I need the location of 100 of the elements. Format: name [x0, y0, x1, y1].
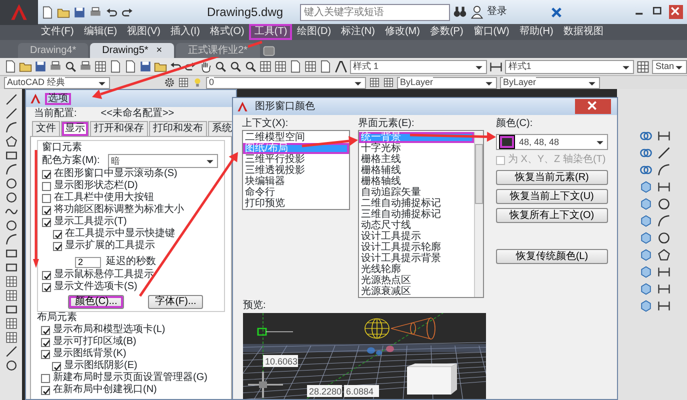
checkbox[interactable]	[42, 282, 51, 292]
checkbox[interactable]	[42, 218, 51, 226]
dialog-button[interactable]: 恢复当前上下文(U)	[496, 189, 608, 204]
magnifier-icon[interactable]	[214, 60, 227, 73]
dimension-icon[interactable]	[657, 299, 671, 313]
list-item[interactable]: 三维自动捕捉标记	[359, 209, 474, 220]
dialog-button[interactable]: 颜色(C)...	[68, 295, 124, 309]
color-dropdown[interactable]: 48, 48, 48	[496, 134, 608, 150]
checkbox[interactable]	[53, 242, 62, 250]
list-item[interactable]: 三维平行投影	[243, 154, 350, 165]
rings-icon[interactable]	[639, 146, 653, 160]
printer-icon[interactable]	[89, 6, 102, 18]
checkbox[interactable]	[41, 374, 50, 382]
close-icon[interactable]	[669, 5, 683, 19]
dimension-icon[interactable]	[489, 60, 504, 74]
list-item[interactable]: 栅格辅线	[359, 165, 474, 176]
rings-icon[interactable]	[639, 163, 653, 177]
list-item[interactable]: 栅格轴线	[359, 176, 474, 187]
list-item[interactable]: 块编辑器	[243, 176, 350, 187]
grid-icon[interactable]	[4, 289, 18, 302]
list-item[interactable]: 光源衰减区	[359, 286, 474, 297]
printer-icon[interactable]	[79, 60, 92, 73]
dimension-icon[interactable]	[657, 180, 671, 194]
tab[interactable]: 显示	[61, 121, 89, 136]
rings-icon[interactable]	[639, 129, 653, 143]
scrollbar-thumb[interactable]	[474, 144, 483, 204]
menu-item[interactable]: 数据视图	[558, 24, 608, 40]
circle-icon[interactable]	[4, 219, 18, 232]
menu-item[interactable]: 视图(V)	[122, 24, 166, 40]
rectangle-icon[interactable]	[4, 261, 18, 274]
checkbox[interactable]	[41, 326, 50, 334]
list-item[interactable]: 光源热点区	[359, 275, 474, 286]
grid-icon[interactable]	[4, 317, 18, 330]
menu-item[interactable]: 参数(P)	[424, 24, 468, 40]
list-item[interactable]: 设计工具提示	[359, 231, 474, 242]
dialog-button[interactable]: 恢复传统颜色(L)	[496, 249, 608, 264]
pentagon-icon[interactable]	[657, 248, 671, 262]
arc-icon[interactable]	[4, 233, 18, 246]
user-icon[interactable]	[470, 5, 484, 19]
dimension-icon[interactable]	[657, 282, 671, 296]
menu-item[interactable]: 文件(F)	[36, 24, 79, 40]
page-icon[interactable]	[289, 60, 302, 73]
checkbox[interactable]	[42, 194, 51, 202]
list-item[interactable]: 动态尺寸线	[359, 220, 474, 231]
list-item[interactable]: 光线轮廓	[359, 264, 474, 275]
color-dropdown[interactable]: ByLayer	[397, 76, 497, 88]
list-item[interactable]: 二维模型空间	[243, 132, 350, 143]
text-style-dropdown[interactable]: 样式 1	[350, 60, 488, 74]
menu-item[interactable]: 编辑(E)	[78, 24, 122, 40]
checkbox[interactable]	[42, 170, 51, 178]
menu-item[interactable]: 插入(I)	[165, 24, 205, 40]
list-item[interactable]: 命令行	[243, 187, 350, 198]
checkbox[interactable]	[52, 362, 61, 370]
pentagon-icon[interactable]	[4, 135, 18, 148]
checkbox[interactable]	[42, 270, 51, 280]
page-icon[interactable]	[41, 6, 54, 18]
hand-icon[interactable]	[199, 60, 212, 73]
layer-dropdown[interactable]: 0	[206, 76, 366, 88]
redo-icon[interactable]	[121, 6, 134, 18]
grid-icon[interactable]	[4, 275, 18, 288]
menu-item[interactable]: 修改(M)	[380, 24, 425, 40]
checkbox[interactable]	[42, 206, 51, 214]
list-item[interactable]: 设计工具提示轮廓	[359, 242, 474, 253]
close-tab-button[interactable]: ×	[156, 44, 162, 56]
folder-icon[interactable]	[154, 60, 167, 73]
line-icon[interactable]	[4, 345, 18, 358]
page-icon[interactable]	[4, 60, 17, 73]
checkbox[interactable]	[41, 338, 50, 346]
linetype-dropdown[interactable]: ByLayer	[500, 76, 600, 88]
page-icon[interactable]	[109, 60, 122, 73]
checkbox[interactable]	[41, 350, 50, 358]
grid-icon[interactable]	[4, 331, 18, 344]
grid-icon[interactable]	[94, 60, 107, 73]
gear-icon[interactable]	[164, 77, 175, 88]
grid-icon[interactable]	[636, 60, 650, 74]
checkbox[interactable]	[42, 182, 51, 190]
dimension-icon[interactable]	[657, 129, 671, 143]
binoculars-icon[interactable]	[453, 5, 468, 19]
menu-item[interactable]: 工具(T)	[249, 24, 292, 40]
circle-icon[interactable]	[657, 197, 671, 211]
circle-icon[interactable]	[4, 359, 18, 372]
circle-icon[interactable]	[657, 231, 671, 245]
dialog-button[interactable]: 恢复所有上下文(O)	[496, 208, 608, 223]
search-field[interactable]: 键入关键字或短语	[300, 4, 450, 20]
workspace-dropdown[interactable]: AutoCAD 经典	[4, 76, 110, 88]
sign-in-link[interactable]: 登录	[487, 6, 508, 18]
folder-icon[interactable]	[19, 60, 32, 73]
newtab-icon[interactable]	[262, 44, 276, 58]
circle-icon[interactable]	[4, 191, 18, 204]
checkbox[interactable]	[53, 230, 62, 238]
magnifier-icon[interactable]	[244, 60, 257, 73]
dialog-button[interactable]: 字体(F)...	[148, 295, 204, 309]
scrollbar[interactable]	[474, 132, 483, 297]
list-item[interactable]: 十字光标	[359, 143, 474, 154]
tab[interactable]: 文件	[32, 121, 60, 136]
list-item[interactable]: 栅格主线	[359, 154, 474, 165]
grid-icon[interactable]	[274, 60, 287, 73]
rectangle-icon[interactable]	[4, 149, 18, 162]
menu-item[interactable]: 标注(N)	[336, 24, 380, 40]
menu-item[interactable]: 格式(O)	[204, 24, 250, 40]
